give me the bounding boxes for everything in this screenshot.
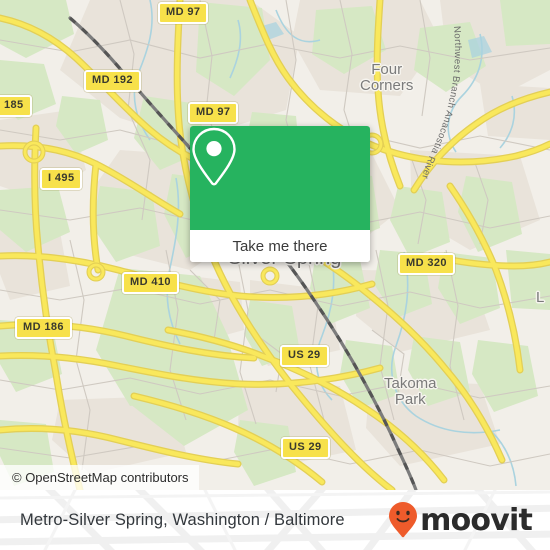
page-title: Metro-Silver Spring, Washington / Baltim… bbox=[20, 510, 345, 529]
road-shield: US 29 bbox=[280, 345, 329, 367]
moovit-station-map-widget: Northwest Branch Anacostia River MD 97 MD… bbox=[0, 0, 550, 550]
place-label: L bbox=[536, 289, 545, 306]
moovit-logo[interactable]: moovit bbox=[388, 501, 533, 539]
attribution-text: © OpenStreetMap contributors bbox=[12, 470, 189, 485]
take-me-there-button[interactable]: Take me there bbox=[190, 230, 370, 262]
road-shield: MD 97 bbox=[158, 2, 209, 24]
road-shield: MD 320 bbox=[398, 253, 455, 275]
card-icon-area bbox=[190, 126, 370, 230]
station-callout-card[interactable]: Take me there bbox=[190, 126, 370, 262]
footer-bar: Metro-Silver Spring, Washington / Baltim… bbox=[0, 490, 550, 550]
road-shield: 185 bbox=[0, 95, 32, 117]
road-shield: MD 410 bbox=[122, 272, 179, 294]
moovit-smiley-pin-icon bbox=[389, 502, 418, 538]
map-attribution[interactable]: © OpenStreetMap contributors bbox=[0, 465, 199, 490]
place-label: Takoma Park bbox=[384, 375, 437, 408]
place-label: Four Corners bbox=[360, 61, 414, 94]
moovit-wordmark: moovit bbox=[420, 502, 533, 538]
road-shield: MD 97 bbox=[188, 102, 239, 124]
road-shield: MD 186 bbox=[15, 317, 72, 339]
map-canvas[interactable]: Northwest Branch Anacostia River MD 97 MD… bbox=[0, 0, 550, 490]
road-shield: US 29 bbox=[281, 437, 330, 459]
take-me-there-label: Take me there bbox=[232, 237, 328, 255]
road-shield: MD 192 bbox=[84, 70, 141, 92]
road-shield: I 495 bbox=[40, 168, 83, 190]
map-pin-icon bbox=[192, 127, 236, 186]
